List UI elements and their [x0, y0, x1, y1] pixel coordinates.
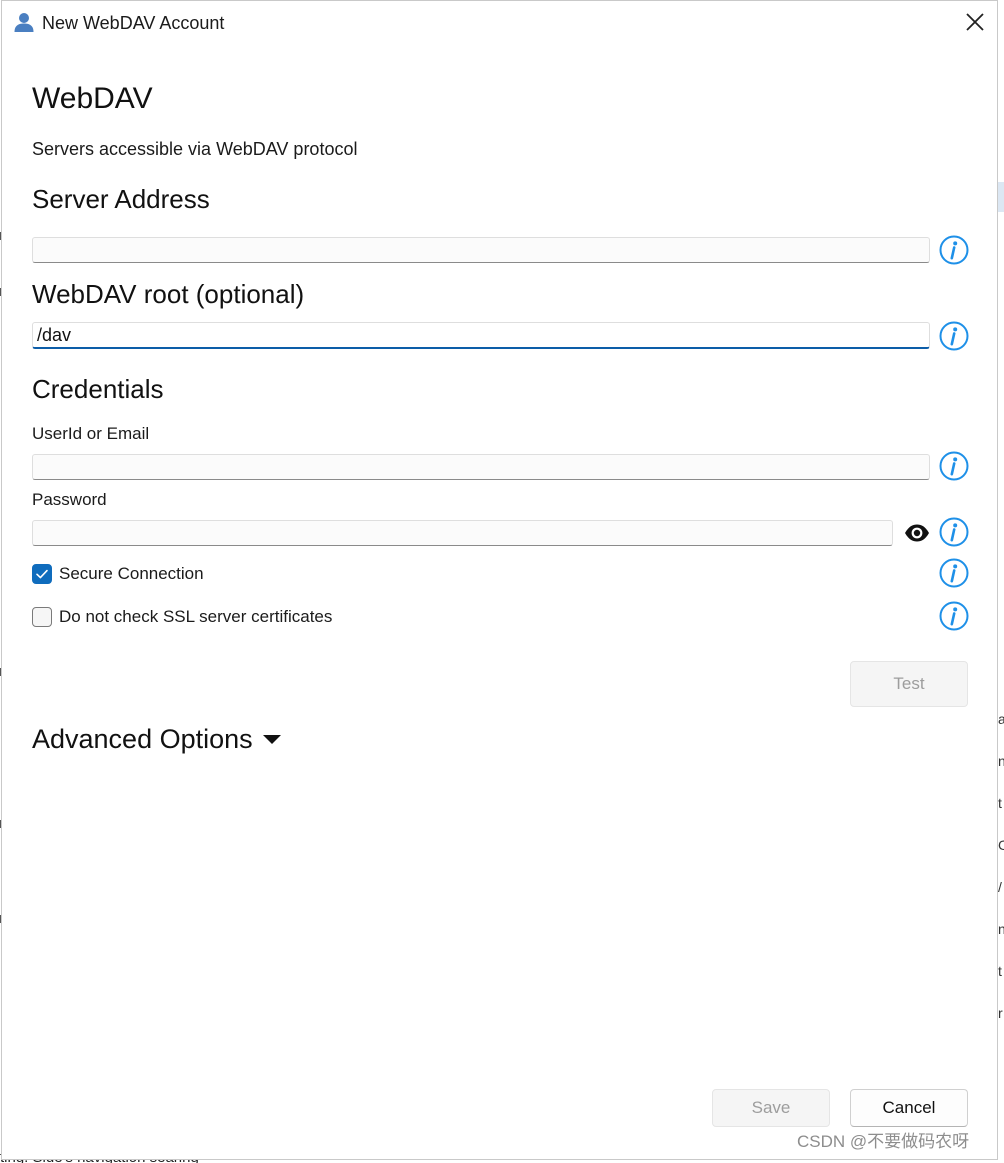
advanced-options-label: Advanced Options — [32, 724, 253, 754]
csdn-watermark: CSDN @不要做码农呀 — [797, 1132, 970, 1151]
background-text: n — [998, 754, 1004, 768]
show-password-eye-icon[interactable] — [903, 521, 931, 545]
test-button[interactable]: Test — [850, 661, 968, 707]
password-label: Password — [32, 490, 107, 509]
server-address-info-icon[interactable] — [939, 235, 969, 265]
title-bar: New WebDAV Account — [2, 1, 997, 45]
background-text: a — [998, 712, 1004, 726]
webdav-root-heading: WebDAV root (optional) — [32, 279, 305, 309]
background-text: t — [998, 964, 1002, 978]
no-ssl-check-label[interactable]: Do not check SSL server certificates — [59, 607, 332, 627]
close-icon — [966, 12, 984, 36]
background-text: t — [998, 796, 1002, 810]
checkmark-icon — [36, 569, 48, 579]
background-app-strip: a n t C / n t r — [998, 0, 1004, 1163]
server-address-input[interactable] — [32, 237, 930, 263]
userid-info-icon[interactable] — [939, 451, 969, 481]
screen: a n t C / n t r ting. Side's navigation … — [0, 0, 1004, 1163]
page-subtitle: Servers accessible via WebDAV protocol — [32, 139, 358, 159]
background-text: C — [998, 838, 1004, 852]
advanced-options-toggle[interactable]: Advanced Options — [32, 721, 281, 757]
secure-connection-info-icon[interactable] — [939, 558, 969, 588]
person-icon — [13, 11, 35, 33]
page-title: WebDAV — [32, 82, 153, 115]
password-info-icon[interactable] — [939, 517, 969, 547]
close-button[interactable] — [960, 9, 990, 39]
server-address-heading: Server Address — [32, 184, 210, 214]
no-ssl-check-info-icon[interactable] — [939, 601, 969, 631]
credentials-heading: Credentials — [32, 374, 164, 404]
webdav-root-info-icon[interactable] — [939, 321, 969, 351]
userid-label: UserId or Email — [32, 424, 150, 443]
userid-input[interactable] — [32, 454, 930, 480]
secure-connection-label[interactable]: Secure Connection — [59, 564, 204, 584]
background-highlight — [998, 182, 1004, 212]
cancel-button[interactable]: Cancel — [850, 1089, 968, 1127]
background-text: n — [998, 922, 1004, 936]
no-ssl-check-checkbox[interactable] — [32, 607, 52, 627]
background-text: / — [998, 880, 1002, 894]
secure-connection-checkbox[interactable] — [32, 564, 52, 584]
window-title: New WebDAV Account — [42, 13, 225, 33]
background-text: r — [998, 1006, 1003, 1020]
caret-down-icon — [262, 733, 281, 745]
save-button[interactable]: Save — [712, 1089, 830, 1127]
webdav-root-input[interactable] — [32, 322, 930, 349]
new-webdav-account-dialog: New WebDAV Account WebDAV Servers access… — [1, 0, 998, 1160]
password-input[interactable] — [32, 520, 893, 546]
